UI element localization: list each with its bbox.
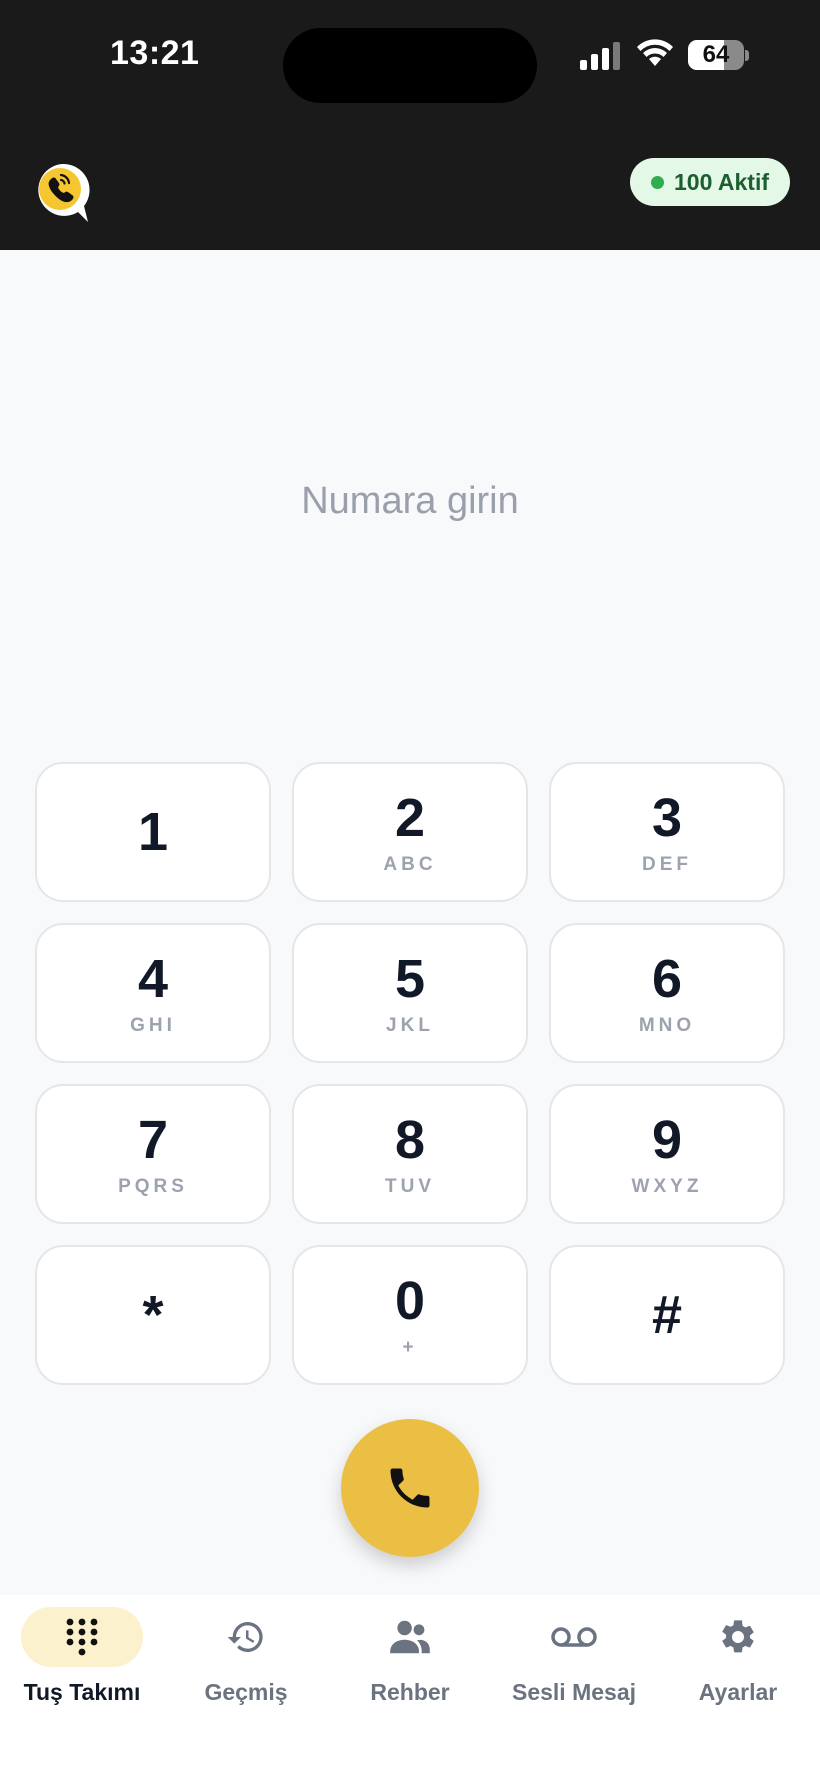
key-digit: 9 <box>651 1109 683 1170</box>
key-7[interactable]: 7 PQRS <box>35 1084 271 1224</box>
wifi-icon <box>637 39 673 66</box>
tab-contacts[interactable]: Rehber <box>328 1607 492 1727</box>
key-digit: # <box>651 1285 683 1345</box>
key-1[interactable]: 1 <box>35 762 271 902</box>
key-letters: TUV <box>385 1175 435 1197</box>
key-digit: 0 <box>394 1270 426 1331</box>
tab-voicemail[interactable]: Sesli Mesaj <box>492 1607 656 1727</box>
key-letters: DEF <box>642 853 692 875</box>
key-digit: 6 <box>651 948 683 1009</box>
tab-dialpad[interactable]: Tuş Takımı <box>0 1607 164 1727</box>
key-hash[interactable]: # <box>549 1245 785 1385</box>
tab-icon-container <box>185 1607 307 1667</box>
tab-label: Ayarlar <box>698 1679 778 1705</box>
key-digit: 5 <box>394 948 426 1009</box>
status-time: 13:21 <box>110 34 200 72</box>
call-button[interactable] <box>341 1419 479 1557</box>
phone-chat-logo-icon <box>38 163 90 222</box>
top-bar: 13:21 64 100 Aktif <box>0 0 820 250</box>
active-dot <box>650 175 664 189</box>
key-digit: 3 <box>651 787 683 848</box>
dynamic-island <box>283 28 537 103</box>
cellular-signal-icon <box>580 42 620 70</box>
key-letters: PQRS <box>118 1175 188 1197</box>
tab-label: Rehber <box>370 1679 450 1705</box>
tab-icon-container <box>677 1607 799 1667</box>
key-5[interactable]: 5 JKL <box>292 923 528 1063</box>
key-letters: MNO <box>638 1014 696 1036</box>
settings-icon <box>722 1620 754 1653</box>
tab-icon-container <box>21 1607 143 1667</box>
voicemail-icon <box>551 1627 597 1647</box>
key-2[interactable]: 2 ABC <box>292 762 528 902</box>
tab-settings[interactable]: Ayarlar <box>656 1607 820 1727</box>
key-letters: GHI <box>130 1014 176 1036</box>
key-3[interactable]: 3 DEF <box>549 762 785 902</box>
dial-keypad: 1 2 ABC 3 DEF 4 GHI 5 JKL 6 MNO 7 PQRS 8… <box>35 762 785 1385</box>
bottom-tab-bar: Tuş Takımı Geçmiş Rehber Sesli Mesaj Aya… <box>0 1595 820 1783</box>
tab-icon-container <box>513 1607 635 1667</box>
tab-label: Geçmiş <box>204 1679 288 1705</box>
key-4[interactable]: 4 GHI <box>35 923 271 1063</box>
key-letters: ABC <box>383 853 437 875</box>
key-digit: 7 <box>137 1109 169 1170</box>
key-digit: 2 <box>394 787 426 848</box>
history-icon <box>227 1622 263 1652</box>
key-8[interactable]: 8 TUV <box>292 1084 528 1224</box>
key-digit: * <box>142 1285 164 1345</box>
key-digit: 8 <box>394 1109 426 1170</box>
active-status-badge[interactable]: 100 Aktif <box>630 158 790 206</box>
key-letters: JKL <box>386 1014 434 1036</box>
battery-indicator: 64 <box>688 40 744 70</box>
tab-history[interactable]: Geçmiş <box>164 1607 328 1727</box>
key-6[interactable]: 6 MNO <box>549 923 785 1063</box>
number-display[interactable]: Numara girin <box>0 480 820 523</box>
phone-icon <box>390 1468 430 1508</box>
tab-icon-container <box>349 1607 471 1667</box>
tab-label: Tuş Takımı <box>23 1679 141 1705</box>
active-badge-label: 100 Aktif <box>673 168 770 195</box>
key-digit: 1 <box>137 802 169 862</box>
key-star[interactable]: * <box>35 1245 271 1385</box>
key-9[interactable]: 9 WXYZ <box>549 1084 785 1224</box>
key-0[interactable]: 0 + <box>292 1245 528 1385</box>
battery-percent: 64 <box>702 41 730 68</box>
battery-tip <box>745 50 749 61</box>
key-letters: + <box>402 1336 418 1358</box>
key-letters: WXYZ <box>631 1175 703 1197</box>
tab-label: Sesli Mesaj <box>511 1679 637 1705</box>
dialpad-icon <box>66 1618 98 1656</box>
key-digit: 4 <box>137 948 169 1009</box>
contacts-icon <box>390 1620 430 1654</box>
